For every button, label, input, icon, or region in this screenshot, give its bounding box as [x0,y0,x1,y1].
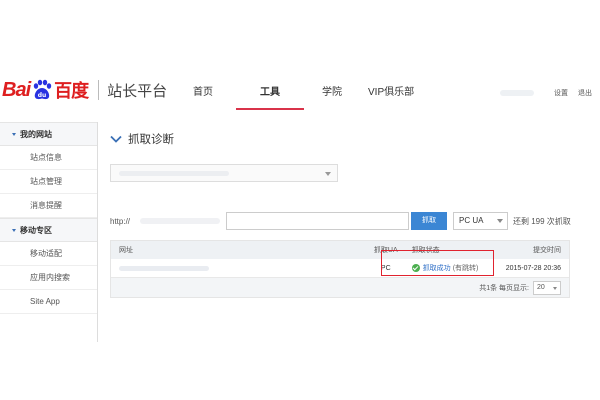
fetch-results-table: 网址 抓取UA 抓取状态 提交时间 PC 抓取成功 (有跳转) 2015-07-… [110,240,570,298]
ua-select-value: PC UA [459,216,484,225]
baidu-logo[interactable]: Bai du 百度 站长平台 [2,74,167,106]
url-prefix: http:// [110,216,131,226]
settings-link[interactable]: 设置 [554,88,568,98]
triangle-down-icon [12,133,16,137]
svg-text:du: du [38,92,47,99]
col-header-time: 提交时间 [533,247,561,254]
fetch-form: http:// 抓取 PC UA 还剩 199 次抓取 [110,212,580,230]
logo-text-bai: Bai [2,78,31,101]
nav-home[interactable]: 首页 [178,70,226,110]
nav-tools[interactable]: 工具 [236,70,304,110]
sidebar-section-mobile[interactable]: 移动专区 [0,218,97,242]
triangle-down-icon [12,229,16,233]
domain-redacted [119,171,229,176]
nav-vip-club[interactable]: VIP俱乐部 [368,70,414,110]
url-redacted [119,265,209,271]
col-header-url: 网址 [119,247,133,254]
dropdown-caret-icon [553,286,557,290]
pagination-summary: 共1条 每页显示: [479,284,529,292]
main-nav: 首页 工具 学院 VIP俱乐部 [178,70,414,110]
page-size-value: 20 [537,283,545,291]
sidebar-item-site-app[interactable]: Site App [0,290,97,314]
sidebar-section-label: 移动专区 [20,226,52,235]
table-row: PC 抓取成功 (有跳转) 2015-07-28 20:36 [111,259,569,277]
site-title: 站长平台 [107,82,168,100]
sidebar-item-in-app-search[interactable]: 应用内搜索 [0,266,97,290]
sidebar-item-mobile-adapt[interactable]: 移动适配 [0,242,97,266]
logout-link[interactable]: 退出 [578,88,592,98]
chevron-down-icon [110,130,122,150]
logo-divider [98,80,100,100]
top-header: Bai du 百度 站长平台 首页 工具 学院 VIP俱乐部 设置 退出 [0,70,600,110]
sidebar-item-site-manage[interactable]: 站点管理 [0,170,97,194]
url-domain-redacted [140,218,220,224]
main-content: 抓取诊断 http:// 抓取 PC UA 还剩 199 次抓取 网址 抓取UA… [110,130,580,298]
dropdown-caret-icon [497,219,503,223]
annotation-highlight-box [381,250,494,276]
table-footer: 共1条 每页显示: 20 [111,277,569,297]
sidebar-section-label: 我的网站 [20,130,52,139]
username-redacted [500,90,534,96]
ua-select[interactable]: PC UA [453,212,508,230]
sidebar-item-messages[interactable]: 消息提醒 [0,194,97,218]
domain-select[interactable] [110,164,338,182]
dropdown-caret-icon [325,172,331,176]
url-path-input[interactable] [226,212,409,230]
nav-academy[interactable]: 学院 [322,70,342,110]
page-title-row: 抓取诊断 [110,130,580,150]
page-size-select[interactable]: 20 [533,280,561,295]
row-time: 2015-07-28 20:36 [505,264,561,272]
remaining-quota: 还剩 199 次抓取 [513,216,571,226]
user-area: 设置 退出 [500,70,592,110]
logo-text-du: 百度 [54,81,89,101]
page-title: 抓取诊断 [128,134,174,146]
table-header: 网址 抓取UA 抓取状态 提交时间 [111,241,569,259]
fetch-button[interactable]: 抓取 [411,212,447,230]
sidebar-item-site-info[interactable]: 站点信息 [0,146,97,170]
row-url [111,265,366,271]
paw-icon: du [31,79,53,101]
sidebar: 我的网站 站点信息 站点管理 消息提醒 移动专区 移动适配 应用内搜索 Site… [0,122,98,342]
sidebar-section-my-site[interactable]: 我的网站 [0,122,97,146]
